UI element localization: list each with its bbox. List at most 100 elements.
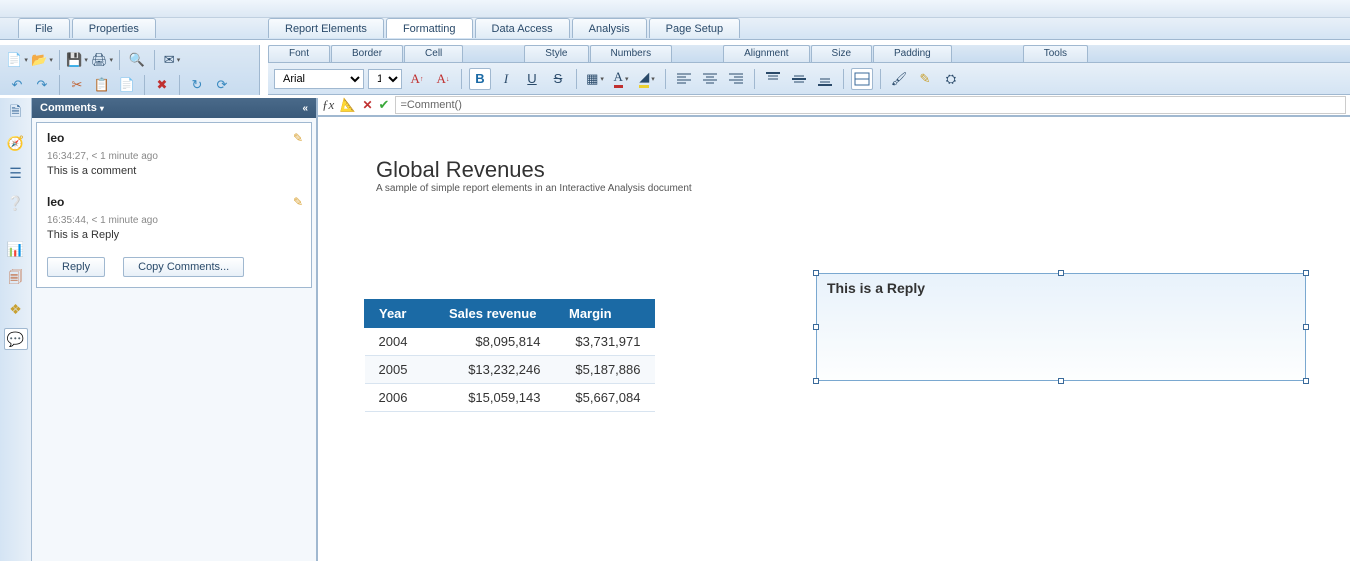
edit-comment-icon[interactable]: ✎ (293, 195, 303, 209)
nav-chart-icon[interactable]: 📊 (4, 238, 28, 260)
cell-sales[interactable]: $15,059,143 (435, 384, 555, 412)
print-icon[interactable]: 🖨▾ (91, 49, 113, 71)
resize-handle[interactable] (1303, 270, 1309, 276)
fx-icon[interactable]: ƒx (322, 97, 334, 113)
col-margin[interactable]: Margin (555, 300, 655, 328)
formula-input[interactable] (395, 96, 1346, 114)
cell-margin[interactable]: $5,667,084 (555, 384, 655, 412)
tab-file[interactable]: File (18, 18, 70, 38)
resize-handle[interactable] (813, 270, 819, 276)
paste-icon[interactable]: 📄 (116, 74, 138, 96)
resize-handle[interactable] (1303, 324, 1309, 330)
selected-comment-text: This is a Reply (817, 274, 1305, 302)
valign-middle-icon[interactable] (788, 68, 810, 90)
cell-margin[interactable]: $5,187,886 (555, 356, 655, 384)
cell-margin[interactable]: $3,731,971 (555, 328, 655, 356)
cell-year[interactable]: 2005 (365, 356, 435, 384)
nav-map-icon[interactable]: 🧭 (4, 132, 28, 154)
tab-properties[interactable]: Properties (72, 18, 156, 38)
resize-handle[interactable] (1303, 378, 1309, 384)
find-icon[interactable]: 🔍 (126, 49, 148, 71)
font-color-icon[interactable]: A▾ (610, 68, 632, 90)
table-row[interactable]: 2004 $8,095,814 $3,731,971 (365, 328, 655, 356)
tab-page-setup[interactable]: Page Setup (649, 18, 741, 38)
italic-icon[interactable]: I (495, 68, 517, 90)
cell-sales[interactable]: $13,232,246 (435, 356, 555, 384)
copy-icon[interactable]: 📋 (91, 74, 113, 96)
resize-handle[interactable] (1058, 270, 1064, 276)
cell-year[interactable]: 2006 (365, 384, 435, 412)
mail-icon[interactable]: ✉▾ (161, 49, 183, 71)
clear-format-icon[interactable]: ✎ (914, 68, 936, 90)
copy-comments-button[interactable]: Copy Comments... (123, 257, 244, 277)
tab-formatting[interactable]: Formatting (386, 18, 473, 38)
nav-doc-summary-icon[interactable]: 🗎 (4, 102, 28, 124)
resize-handle[interactable] (813, 378, 819, 384)
align-left-icon[interactable] (673, 68, 695, 90)
table-row[interactable]: 2005 $13,232,246 $5,187,886 (365, 356, 655, 384)
subtab-tools[interactable]: Tools (1023, 45, 1088, 62)
edit-comment-icon[interactable]: ✎ (293, 131, 303, 145)
shrink-font-icon[interactable]: A↓ (432, 68, 454, 90)
new-doc-icon[interactable]: 📄▾ (6, 49, 28, 71)
fx-confirm-icon[interactable]: ✔ (379, 97, 390, 113)
strike-icon[interactable]: S (547, 68, 569, 90)
col-sales[interactable]: Sales revenue (435, 300, 555, 328)
cell-year[interactable]: 2004 (365, 328, 435, 356)
format-painter-icon[interactable]: 🖌 (888, 68, 910, 90)
reply-button[interactable]: Reply (47, 257, 105, 277)
subtab-style[interactable]: Style (524, 45, 588, 62)
nav-comments-icon[interactable]: 💬 (4, 328, 28, 350)
subtab-cell[interactable]: Cell (404, 45, 463, 62)
underline-icon[interactable]: U (521, 68, 543, 90)
refresh-all-icon[interactable]: ⟳ (211, 74, 233, 96)
subtab-border[interactable]: Border (331, 45, 403, 62)
valign-bottom-icon[interactable] (814, 68, 836, 90)
tab-data-access[interactable]: Data Access (475, 18, 570, 38)
align-center-icon[interactable] (699, 68, 721, 90)
align-right-icon[interactable] (725, 68, 747, 90)
cut-icon[interactable]: ✂ (66, 74, 88, 96)
refresh-icon[interactable]: ↻ (186, 74, 208, 96)
resize-handle[interactable] (1058, 378, 1064, 384)
redo-icon[interactable]: ↷ (31, 74, 53, 96)
nav-structure-icon[interactable]: ❖ (4, 298, 28, 320)
nav-filters-icon[interactable]: ☰ (4, 162, 28, 184)
data-table[interactable]: Year Sales revenue Margin 2004 $8,095,81… (364, 299, 655, 412)
tab-analysis[interactable]: Analysis (572, 18, 647, 38)
selected-comment-box[interactable]: This is a Reply (816, 273, 1306, 381)
collapse-panel-icon[interactable]: « (302, 103, 308, 114)
fx-cancel-icon[interactable]: ✕ (362, 98, 372, 112)
tab-report-elements[interactable]: Report Elements (268, 18, 384, 38)
border-icon[interactable]: ▦▾ (584, 68, 606, 90)
nav-help-icon[interactable]: ❔ (4, 192, 28, 214)
comment-text: This is a comment (47, 165, 301, 177)
comment-item[interactable]: ✎ leo 16:35:44, < 1 minute ago This is a… (37, 187, 311, 251)
subtab-numbers[interactable]: Numbers (590, 45, 673, 62)
valign-top-icon[interactable] (762, 68, 784, 90)
fx-wizard-icon[interactable]: 📐 (340, 97, 356, 113)
cell-sales[interactable]: $8,095,814 (435, 328, 555, 356)
font-size-select[interactable]: 12 (368, 69, 402, 89)
comments-dropdown-icon[interactable]: ▾ (100, 104, 104, 113)
subtab-size[interactable]: Size (811, 45, 872, 62)
report-canvas[interactable]: Global Revenues A sample of simple repor… (318, 117, 1350, 561)
nav-data-icon[interactable]: 🗐 (4, 268, 28, 290)
grow-font-icon[interactable]: A↑ (406, 68, 428, 90)
options-icon[interactable]: ⛭ (940, 68, 962, 90)
fill-color-icon[interactable]: ◢▾ (636, 68, 658, 90)
merge-icon[interactable] (851, 68, 873, 90)
delete-icon[interactable]: ✖ (151, 74, 173, 96)
undo-icon[interactable]: ↶ (6, 74, 28, 96)
col-year[interactable]: Year (365, 300, 435, 328)
resize-handle[interactable] (813, 324, 819, 330)
subtab-alignment[interactable]: Alignment (723, 45, 809, 62)
open-icon[interactable]: 📂▾ (31, 49, 53, 71)
subtab-padding[interactable]: Padding (873, 45, 952, 62)
font-name-select[interactable]: Arial (274, 69, 364, 89)
subtab-font[interactable]: Font (268, 45, 330, 62)
comment-item[interactable]: ✎ leo 16:34:27, < 1 minute ago This is a… (37, 123, 311, 187)
table-row[interactable]: 2006 $15,059,143 $5,667,084 (365, 384, 655, 412)
save-icon[interactable]: 💾▾ (66, 49, 88, 71)
bold-icon[interactable]: B (469, 68, 491, 90)
